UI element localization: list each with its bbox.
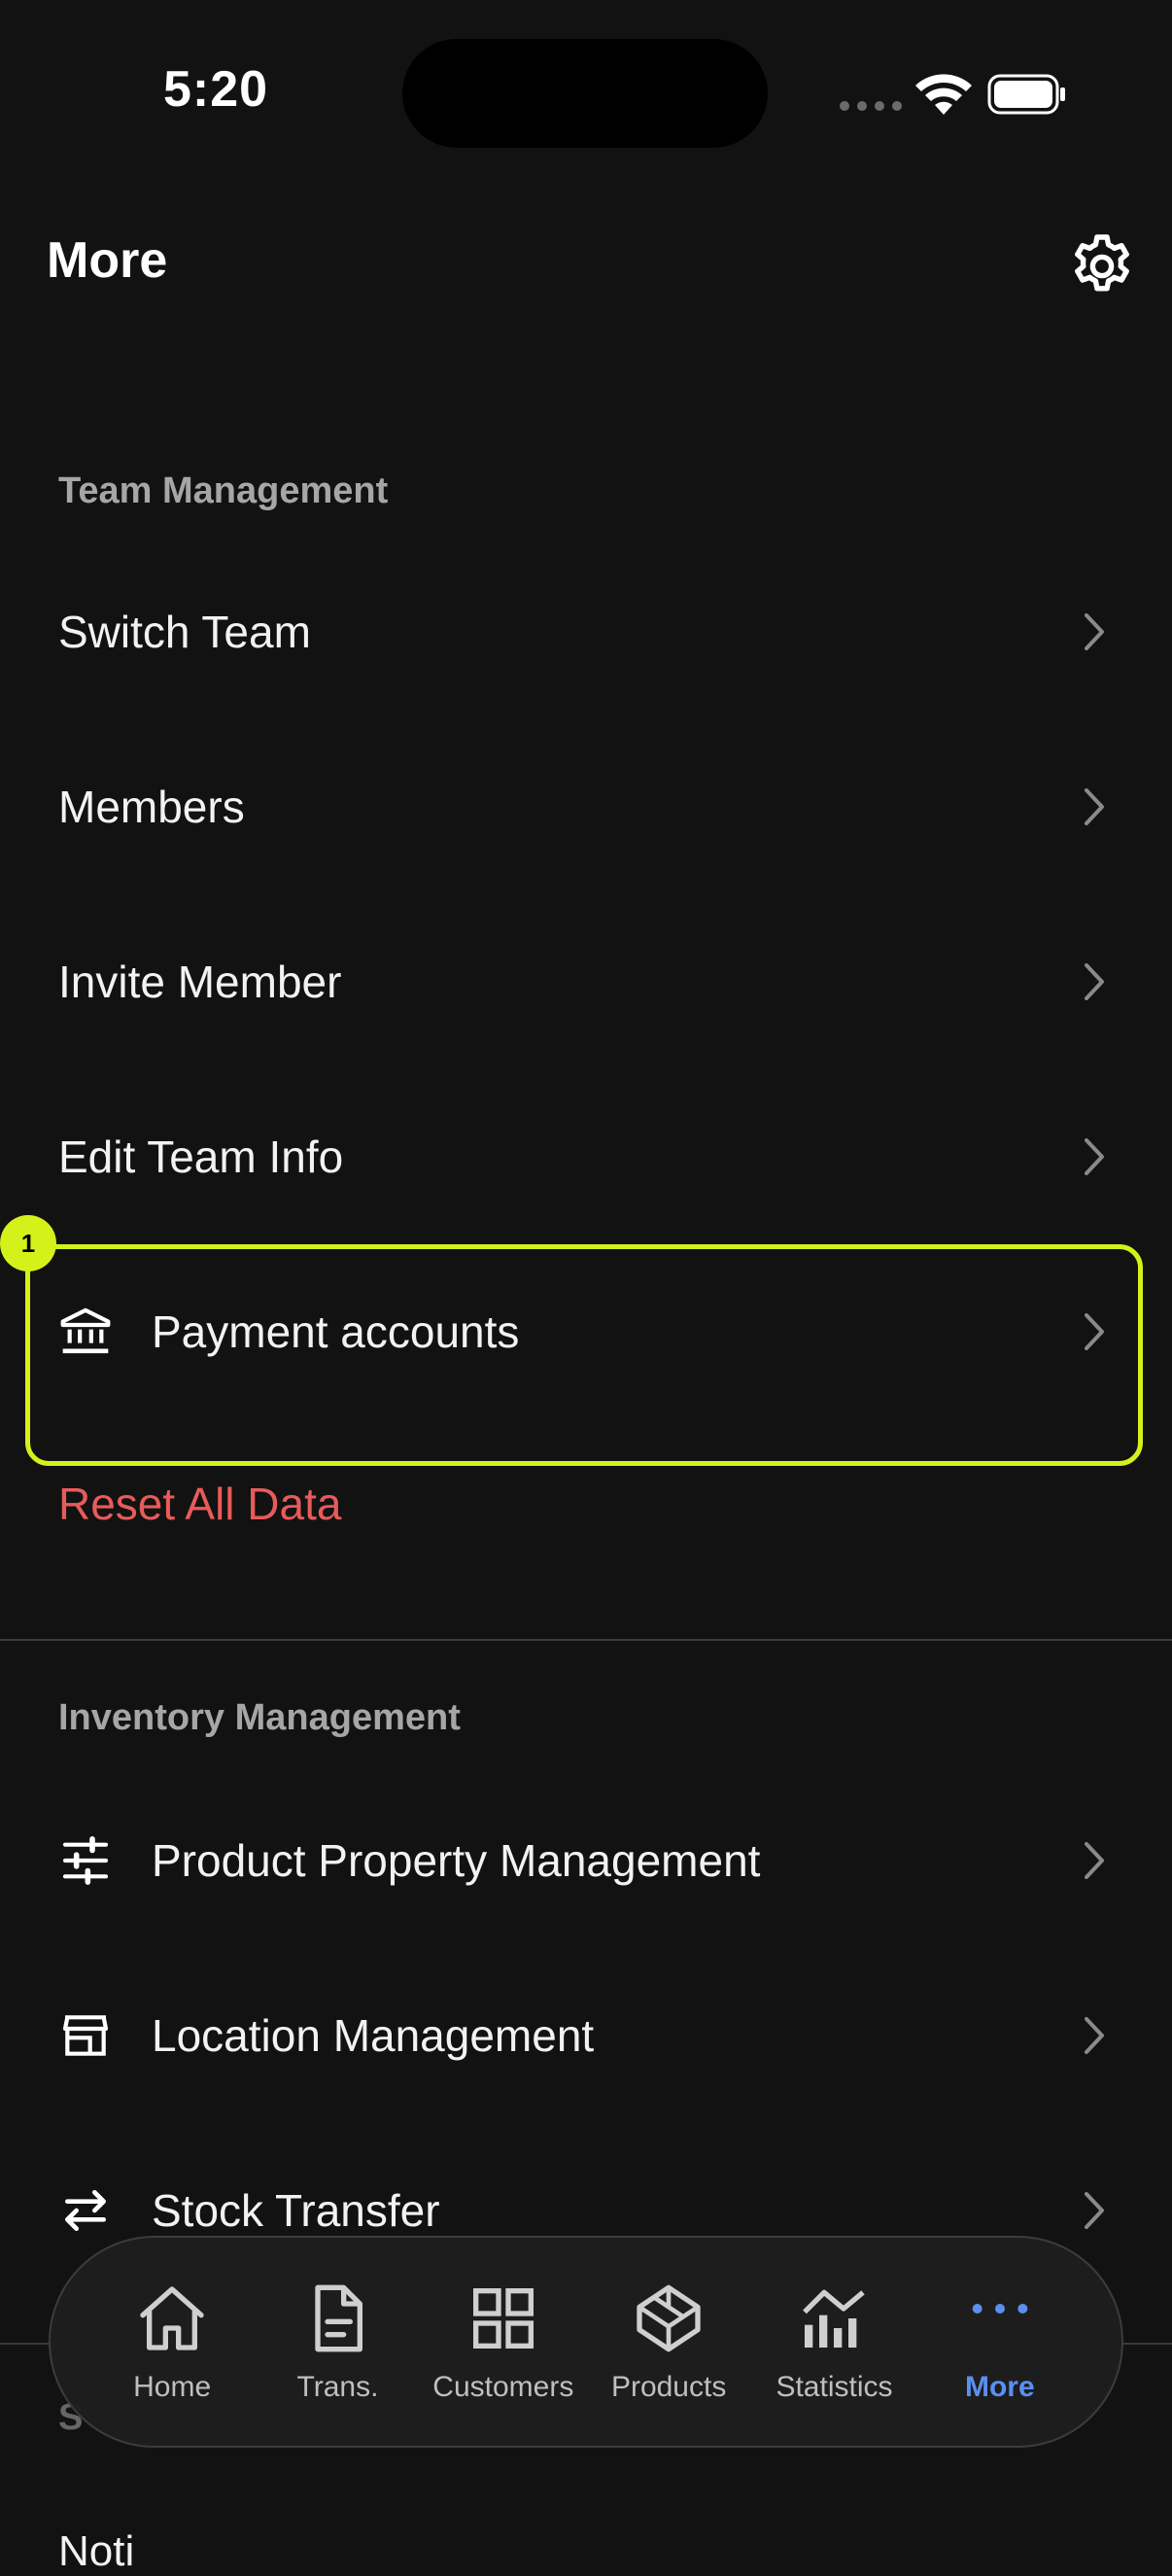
battery-icon — [987, 74, 1065, 115]
row-label: Edit Team Info — [58, 1131, 344, 1182]
home-icon — [140, 2286, 204, 2350]
chevron-right-icon — [1085, 2017, 1104, 2054]
tab-label: Products — [610, 2371, 727, 2403]
row-product-property-management[interactable]: Product Property Management — [0, 1783, 1172, 1938]
row-label: Invite Member — [58, 957, 342, 1007]
wifi-icon — [915, 74, 972, 115]
tab-label: Home — [133, 2371, 212, 2403]
chevron-right-icon — [1085, 613, 1104, 650]
chevron-right-icon — [1085, 963, 1104, 1000]
highlight-badge: 1 — [0, 1215, 56, 1271]
grid-icon — [472, 2288, 534, 2349]
dynamic-island — [402, 39, 768, 148]
signal-icon — [840, 101, 902, 111]
box-icon — [637, 2284, 701, 2352]
row-label: Location Management — [152, 2010, 595, 2061]
tab-label: Trans. — [296, 2371, 379, 2403]
transfer-icon — [65, 2190, 106, 2231]
tab-label: More — [964, 2371, 1035, 2403]
row-edit-team-info[interactable]: Edit Team Info — [0, 1079, 1172, 1235]
row-label: Switch Team — [58, 607, 311, 657]
chevron-right-icon — [1085, 788, 1104, 825]
chevron-right-icon — [1085, 1842, 1104, 1879]
document-icon — [315, 2284, 363, 2352]
tab-label: Statistics — [776, 2371, 893, 2403]
section-divider — [0, 1639, 1172, 1641]
tab-statistics[interactable]: Statistics — [751, 2280, 916, 2404]
tab-products[interactable]: Products — [586, 2280, 751, 2404]
reset-all-data-button[interactable]: Reset All Data — [58, 1478, 341, 1530]
bottom-tab-bar: Home Trans. Customers Products Statistic… — [49, 2236, 1123, 2448]
row-label: Stock Transfer — [152, 2185, 440, 2236]
chart-icon — [803, 2289, 866, 2348]
row-members[interactable]: Members — [0, 729, 1172, 885]
row-label-partial[interactable]: Noti — [58, 2527, 134, 2576]
section-header-inventory-management: Inventory Management — [58, 1697, 461, 1738]
store-icon — [62, 2015, 109, 2056]
settings-gear-icon[interactable] — [1067, 231, 1137, 301]
section-header-team-management: Team Management — [58, 470, 389, 511]
more-dots-icon — [972, 2304, 1028, 2314]
chevron-right-icon — [1085, 2192, 1104, 2229]
tab-customers[interactable]: Customers — [421, 2280, 586, 2404]
tab-label: Customers — [432, 2371, 574, 2403]
tab-trans[interactable]: Trans. — [255, 2280, 420, 2404]
chevron-right-icon — [1085, 1138, 1104, 1175]
status-time: 5:20 — [163, 61, 269, 118]
row-label: Product Property Management — [152, 1835, 761, 1886]
tab-more[interactable]: More — [917, 2280, 1083, 2404]
page-title: More — [47, 232, 168, 289]
sliders-icon — [62, 1836, 109, 1885]
row-switch-team[interactable]: Switch Team — [0, 554, 1172, 710]
row-invite-member[interactable]: Invite Member — [0, 904, 1172, 1060]
row-location-management[interactable]: Location Management — [0, 1958, 1172, 2113]
highlight-box — [25, 1244, 1143, 1466]
tab-home[interactable]: Home — [89, 2280, 255, 2404]
row-label: Members — [58, 782, 245, 832]
